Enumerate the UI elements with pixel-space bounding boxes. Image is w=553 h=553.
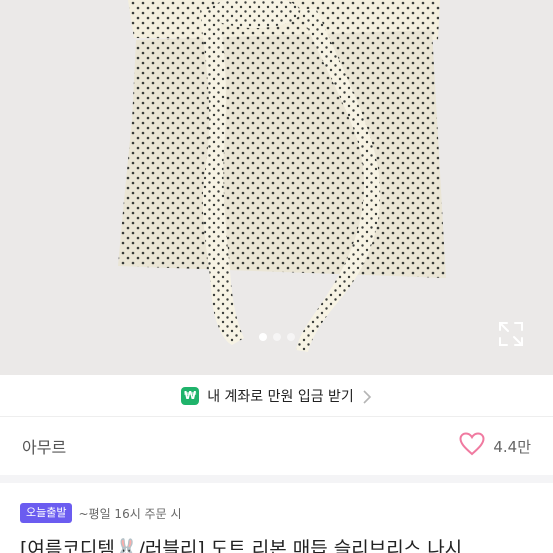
carousel-indicator: [0, 333, 553, 343]
product-image[interactable]: [0, 0, 553, 375]
won-icon: ₩: [181, 386, 200, 405]
carousel-dot-1[interactable]: [258, 333, 267, 341]
shipping-info: 오늘출발 ~평일 16시 주문 시: [20, 502, 182, 524]
product-title: [여름코디템🐰/러블리] 도트 리본 매듭 슬리브리스 나시: [20, 538, 463, 553]
chevron-right-icon: [362, 389, 372, 404]
shipping-cutoff-text: ~평일 16시 주문 시: [78, 506, 182, 521]
today-shipping-badge: 오늘출발: [20, 503, 73, 523]
won-symbol: ₩: [184, 389, 197, 402]
deposit-promo-banner[interactable]: ₩ 내 계좌로 만원 입금 받기: [0, 375, 553, 417]
carousel-dot-2[interactable]: [272, 333, 281, 341]
shop-name[interactable]: 아무르: [22, 434, 66, 458]
promo-text: 내 계좌로 만원 입금 받기: [207, 388, 354, 405]
like-count: 4.4만: [493, 437, 531, 456]
expand-icon[interactable]: [497, 320, 525, 348]
shop-row: 아무르 4.4만: [0, 417, 553, 483]
heart-icon[interactable]: [459, 432, 485, 460]
product-photo-illustration: [0, 0, 553, 375]
carousel-dot-3[interactable]: [286, 333, 295, 341]
like-button[interactable]: 4.4만: [459, 432, 531, 460]
